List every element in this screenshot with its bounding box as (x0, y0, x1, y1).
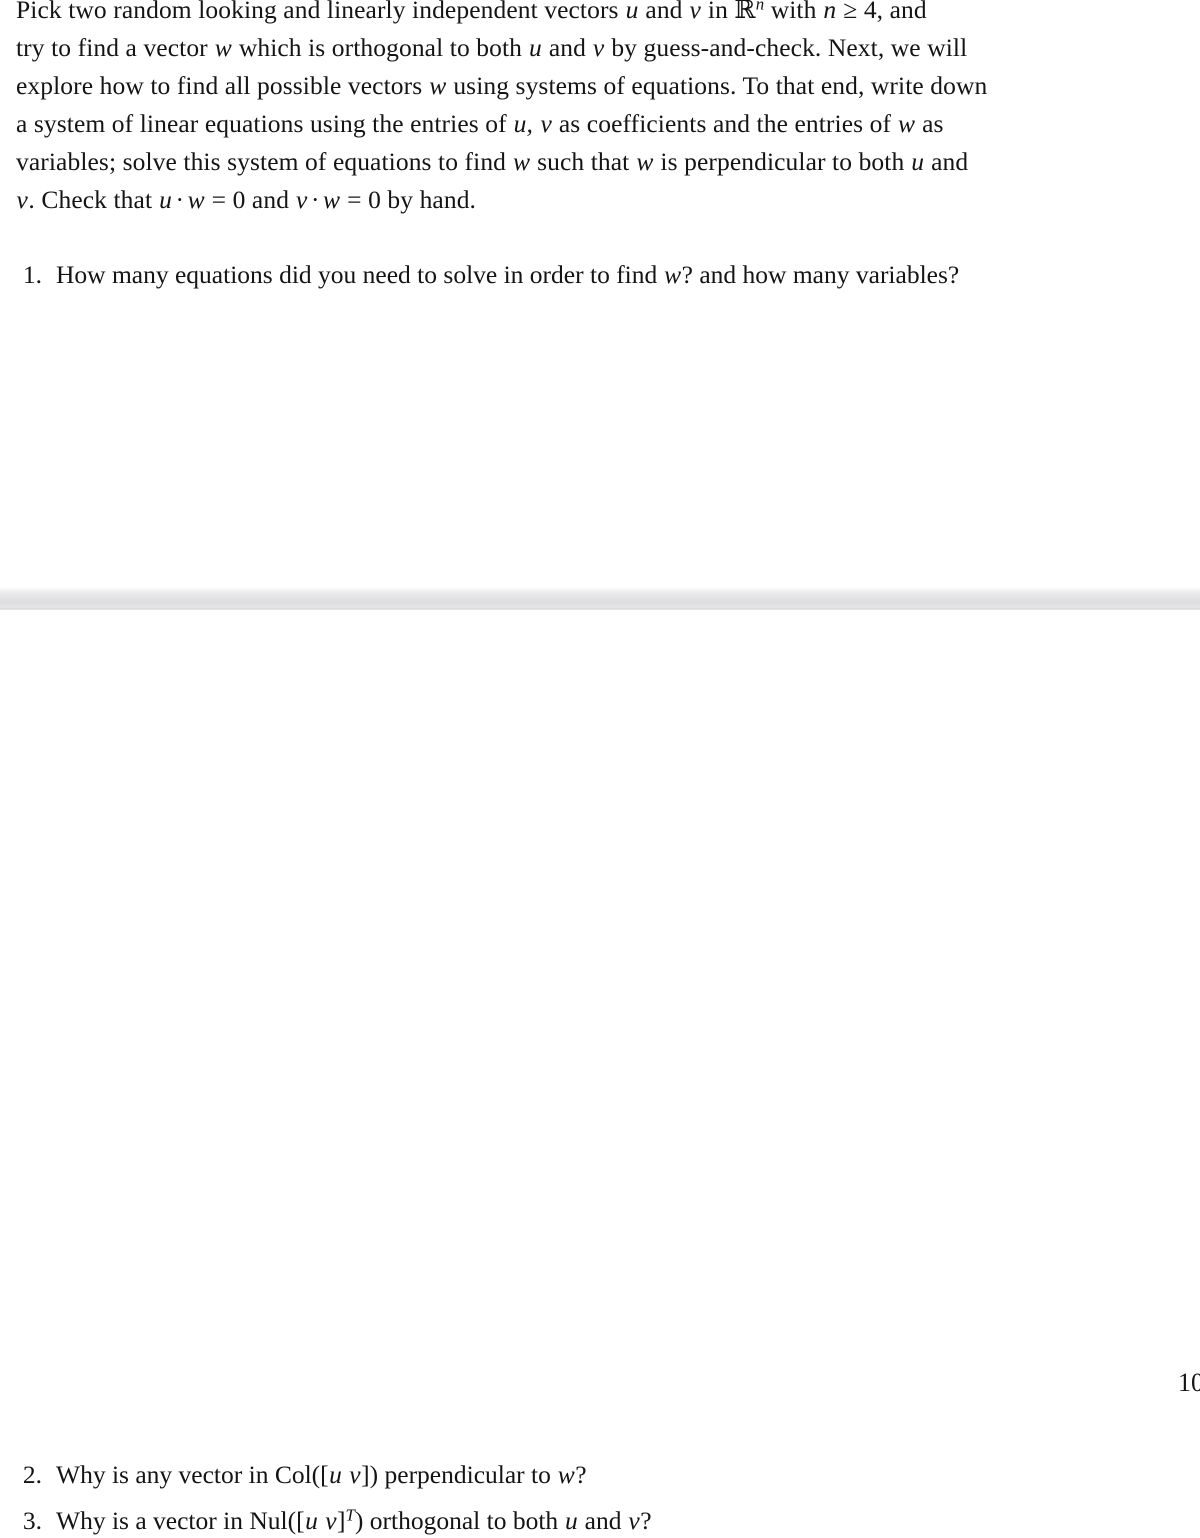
text-segment: try to find a vector (16, 33, 215, 62)
math-bracket-close: ] (337, 1506, 346, 1535)
text-segment: = 0 by hand. (340, 185, 477, 214)
text-segment: ? (575, 1460, 587, 1489)
text-segment: Pick two random looking and linearly ind… (16, 0, 626, 24)
text-segment: using systems of equations. To that end,… (446, 71, 988, 100)
question-item-2: 2. Why is any vector in Col([u v]) perpen… (0, 1458, 587, 1492)
math-variable-w: w (636, 147, 654, 176)
math-superscript-transpose: T (345, 1505, 355, 1525)
math-variable-w: w (664, 260, 682, 289)
page-fragment-top: Pick two random looking and linearly ind… (0, 0, 1200, 586)
question-number: 2. (22, 1460, 42, 1489)
text-segment: such that (530, 147, 636, 176)
text-segment: as (915, 109, 944, 138)
paragraph-line-4: a system of linear equations using the e… (16, 105, 1200, 143)
math-variable-u: u (565, 1506, 578, 1535)
math-variable-v: v (689, 0, 701, 24)
intro-paragraph: Pick two random looking and linearly ind… (16, 0, 1200, 219)
math-variable-w: w (898, 109, 916, 138)
math-variable-w: w (557, 1460, 575, 1489)
page-fragment-bottom: 10 2. Why is any vector in Col([u v]) per… (0, 610, 1200, 1535)
text-segment: variables; solve this system of equation… (16, 147, 513, 176)
text-segment: as coefficients and the entries of (552, 109, 898, 138)
math-variable-w: w (513, 147, 531, 176)
math-paren-close: ) (354, 1506, 364, 1535)
text-segment: perpendicular to (378, 1460, 558, 1489)
math-variable-u: u (329, 1460, 342, 1489)
math-variable-n: n (823, 0, 837, 24)
text-segment: = 0 and (205, 185, 296, 214)
math-variable-w: w (429, 71, 447, 100)
text-segment: a system of linear equations using the e… (16, 109, 514, 138)
math-variable-v: v (540, 109, 552, 138)
math-variable-v: v (16, 185, 28, 214)
text-segment: How many equations did you need to solve… (56, 260, 664, 289)
text-segment: explore how to find all possible vectors (16, 71, 429, 100)
text-segment: by guess-and-check. Next, we will (604, 33, 968, 62)
paragraph-line-2: try to find a vector w which is orthogon… (16, 29, 1200, 67)
text-segment: and (542, 33, 593, 62)
question-number: 1. (22, 260, 42, 289)
text-segment: and (638, 0, 689, 24)
math-variable-u: u (625, 0, 639, 24)
paragraph-line-5: variables; solve this system of equation… (16, 143, 1200, 181)
question-number: 3. (22, 1506, 42, 1535)
text-segment: orthogonal to both (363, 1506, 565, 1535)
paragraph-line-3: explore how to find all possible vectors… (16, 67, 1200, 105)
math-variable-v: v (325, 1506, 337, 1535)
text-segment: in (701, 0, 735, 24)
paragraph-line-6: v. Check that u · w = 0 and v · w = 0 by han… (16, 181, 1200, 219)
page-gap-divider[interactable] (0, 586, 1200, 610)
math-operator-nul: Nul( (249, 1506, 297, 1535)
math-variable-u: u (911, 147, 925, 176)
text-segment: . Check that (28, 185, 159, 214)
math-bracket-close: ] (361, 1460, 370, 1489)
math-symbol-real-numbers: ℝ (734, 0, 756, 25)
math-bracket-open: [ (320, 1460, 329, 1489)
math-variable-v: v (296, 185, 308, 214)
math-superscript-n: n (755, 0, 765, 14)
question-item-1: 1. How many equations did you need to sol… (0, 258, 959, 292)
text-segment: is perpendicular to both (653, 147, 911, 176)
math-variable-u: u, (513, 109, 533, 138)
text-segment: Why is any vector in (56, 1460, 275, 1489)
text-segment: ? (640, 1506, 652, 1535)
page-number: 10 (1178, 1368, 1200, 1397)
math-variable-w: w (187, 185, 205, 214)
math-variable-v: v (349, 1460, 361, 1489)
paragraph-line-1: Pick two random looking and linearly ind… (16, 0, 1200, 29)
math-dot-product-operator: · (175, 185, 185, 214)
math-bracket-open: [ (296, 1506, 305, 1535)
text-segment: with (764, 0, 823, 24)
math-variable-u: u (528, 33, 542, 62)
text-segment: which is orthogonal to both (232, 33, 529, 62)
math-operator-col: Col( (274, 1460, 321, 1489)
math-variable-v: v (592, 33, 605, 62)
text-segment: ≥ 4, and (836, 0, 927, 24)
math-variable-v: v (628, 1506, 640, 1535)
text-segment: and (924, 147, 969, 176)
question-item-3: 3. Why is a vector in Nul([u v]T) orthogo… (0, 1504, 652, 1538)
math-variable-w: w (214, 33, 232, 62)
math-variable-u: u (305, 1506, 318, 1535)
math-variable-w: w (323, 185, 341, 214)
math-paren-close: ) (369, 1460, 379, 1489)
text-segment: ? and how many variables? (681, 260, 960, 289)
math-variable-u: u (159, 185, 172, 214)
math-dot-product-operator: · (310, 185, 320, 214)
text-segment: and (578, 1506, 628, 1535)
text-segment: Why is a vector in (56, 1506, 250, 1535)
